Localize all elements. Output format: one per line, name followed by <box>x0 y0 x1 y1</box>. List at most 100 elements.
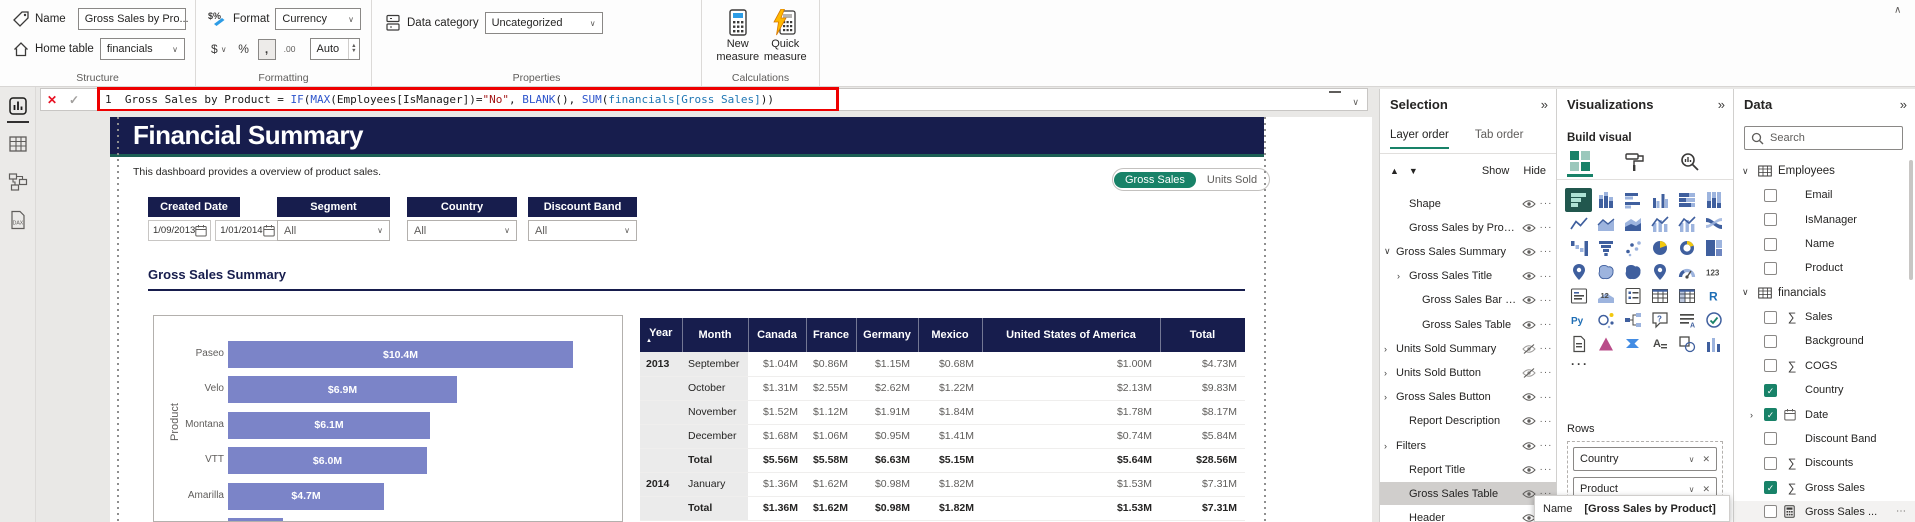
visual-icon-map[interactable] <box>1565 260 1592 284</box>
eye-icon[interactable] <box>1522 320 1536 330</box>
data-table-financials[interactable]: ∨ financials <box>1734 282 1915 304</box>
hide-all-button[interactable]: Hide <box>1523 165 1546 177</box>
chevron-right-icon[interactable]: › <box>1384 441 1396 451</box>
formula-bar-expand-icon[interactable]: ∨ <box>1352 97 1359 108</box>
move-layer-down-icon[interactable]: ▼ <box>1409 166 1418 176</box>
thousands-separator-button[interactable]: , <box>257 38 276 60</box>
currency-symbol-button[interactable]: $ ∨ <box>208 39 230 60</box>
eye-icon[interactable] <box>1522 441 1536 451</box>
eye-icon[interactable] <box>1522 465 1536 475</box>
field-pill-country[interactable]: Country ∨ ✕ <box>1573 447 1717 471</box>
selection-item[interactable]: Gross Sales Bar Ch... ··· <box>1380 289 1556 312</box>
visual-icon-funnel-chart[interactable] <box>1592 236 1619 260</box>
more-options-icon[interactable]: ··· <box>1536 198 1556 209</box>
nav-dax-query-view[interactable]: DAX <box>0 201 36 239</box>
eye-icon[interactable] <box>1522 392 1536 402</box>
visual-icon-ribbon-chart[interactable] <box>1700 212 1727 236</box>
more-options-icon[interactable]: ··· <box>1536 440 1556 451</box>
visual-icon-table[interactable] <box>1646 284 1673 308</box>
selection-item[interactable]: › Gross Sales Title ··· <box>1380 265 1556 288</box>
visual-icon-100-stacked-column-chart[interactable] <box>1700 188 1727 212</box>
data-field-sales[interactable]: ∑ Sales <box>1734 306 1915 328</box>
eye-off-icon[interactable] <box>1522 367 1536 378</box>
tab-build-visual[interactable] <box>1567 147 1593 177</box>
visual-icon-metrics[interactable] <box>1700 308 1727 332</box>
visual-icon-button[interactable] <box>1700 332 1727 356</box>
data-field-discounts[interactable]: ∑ Discounts <box>1734 452 1915 474</box>
bar-partial[interactable] <box>228 518 283 521</box>
selection-item[interactable]: › Gross Sales Button ··· <box>1380 386 1556 409</box>
visual-icon-shape-map[interactable] <box>1619 260 1646 284</box>
checkbox-unchecked[interactable] <box>1764 456 1777 470</box>
percent-button[interactable]: % <box>235 39 253 60</box>
more-options-icon[interactable]: ⋯ <box>1896 506 1907 517</box>
collapse-visualizations-panel-icon[interactable]: » <box>1718 97 1725 112</box>
eye-icon[interactable] <box>1522 295 1536 305</box>
search-input[interactable]: Search <box>1744 126 1903 150</box>
column-header-mexico[interactable]: Mexico <box>918 318 983 352</box>
visual-icon-python-visual[interactable]: Py <box>1565 308 1592 332</box>
formula-commit-icon[interactable]: ✓ <box>63 93 85 107</box>
visual-icon-treemap[interactable] <box>1700 236 1727 260</box>
more-options-icon[interactable]: ··· <box>1536 246 1556 257</box>
more-options-icon[interactable]: ··· <box>1536 416 1556 427</box>
tab-analytics[interactable] <box>1677 147 1703 177</box>
more-options-icon[interactable]: ··· <box>1536 271 1556 282</box>
visual-icon-smart-narrative[interactable]: A <box>1673 308 1700 332</box>
chevron-down-icon[interactable]: ∨ <box>1384 246 1396 257</box>
collapse-selection-panel-icon[interactable]: » <box>1541 97 1548 112</box>
slicer-dropdown-discount-band[interactable]: All ∨ <box>528 220 637 241</box>
more-options-icon[interactable]: ··· <box>1536 464 1556 475</box>
selection-item[interactable]: Gross Sales Table ··· <box>1380 482 1556 506</box>
checkbox-unchecked[interactable] <box>1764 188 1777 202</box>
column-header-month[interactable]: Month <box>682 318 749 352</box>
column-header-total[interactable]: Total <box>1160 318 1246 352</box>
selection-item[interactable]: › Units Sold Summary ··· <box>1380 337 1556 360</box>
checkbox-checked[interactable]: ✓ <box>1764 383 1777 397</box>
data-field-cogs[interactable]: ∑ COGS <box>1734 355 1915 377</box>
visual-icon-waterfall-chart[interactable] <box>1565 236 1592 260</box>
chevron-right-icon[interactable]: › <box>1397 271 1409 281</box>
selection-item[interactable]: Report Description ··· <box>1380 410 1556 433</box>
more-options-icon[interactable]: ··· <box>1536 367 1556 378</box>
bar-vtt[interactable]: $6.0M <box>228 447 427 475</box>
visual-icon-line-chart[interactable] <box>1565 212 1592 236</box>
report-header-banner[interactable]: Financial Summary <box>110 117 1264 157</box>
visual-icon-clustered-column-chart[interactable] <box>1646 188 1673 212</box>
collapse-data-panel-icon[interactable]: » <box>1900 97 1907 112</box>
visual-icon-shapes[interactable] <box>1673 332 1700 356</box>
chevron-right-icon[interactable]: › <box>1384 392 1396 402</box>
move-layer-up-icon[interactable]: ▲ <box>1390 166 1399 176</box>
visual-icon-area-chart[interactable] <box>1592 212 1619 236</box>
view-toggle[interactable]: Gross Sales Units Sold <box>1112 168 1271 191</box>
selection-item[interactable]: › Filters ··· <box>1380 434 1556 457</box>
selection-item[interactable]: Shape ··· <box>1380 192 1556 215</box>
checkbox-unchecked[interactable] <box>1764 261 1777 275</box>
checkbox-checked[interactable]: ✓ <box>1764 481 1777 495</box>
bar-montana[interactable]: $6.1M <box>228 411 430 439</box>
column-header-year[interactable]: Year ▲ <box>640 318 683 352</box>
gross-sales-table[interactable]: Year ▲ Month Canada France Germany Mexico Unite… <box>640 318 1246 521</box>
eye-icon[interactable] <box>1522 416 1536 426</box>
data-field-gross-sales[interactable]: ✓ ∑ Gross Sales <box>1734 477 1915 499</box>
selection-tab-layer-order[interactable]: Layer order <box>1390 129 1449 149</box>
visual-icon-gauge[interactable] <box>1673 260 1700 284</box>
visual-icon-key-influencers[interactable] <box>1592 308 1619 332</box>
formula-expression[interactable]: Gross Sales by Product = IF(MAX(Employee… <box>112 93 774 106</box>
date-to-input[interactable]: 1/01/2014 <box>215 220 279 241</box>
nav-report-view[interactable] <box>0 87 36 125</box>
checkbox-unchecked[interactable] <box>1764 310 1777 324</box>
selection-item[interactable]: Gross Sales Table ··· <box>1380 313 1556 336</box>
chevron-down-icon[interactable]: ∨ <box>1742 166 1749 177</box>
visual-icon-multi-row-card[interactable] <box>1565 284 1592 308</box>
nav-table-view[interactable] <box>0 125 36 163</box>
bar-velo[interactable]: $6.9M <box>228 376 457 404</box>
slicer-dropdown-segment[interactable]: All ∨ <box>277 220 390 241</box>
format-select[interactable]: Currency ∨ <box>275 8 361 30</box>
checkbox-unchecked[interactable] <box>1764 505 1777 519</box>
eye-off-icon[interactable] <box>1522 343 1536 354</box>
checkbox-unchecked[interactable] <box>1764 432 1777 446</box>
selection-item[interactable]: ∨ Gross Sales Summary ··· <box>1380 240 1556 263</box>
checkbox-unchecked[interactable] <box>1764 359 1777 373</box>
column-header-united-states-of-america[interactable]: United States of America <box>982 318 1161 352</box>
